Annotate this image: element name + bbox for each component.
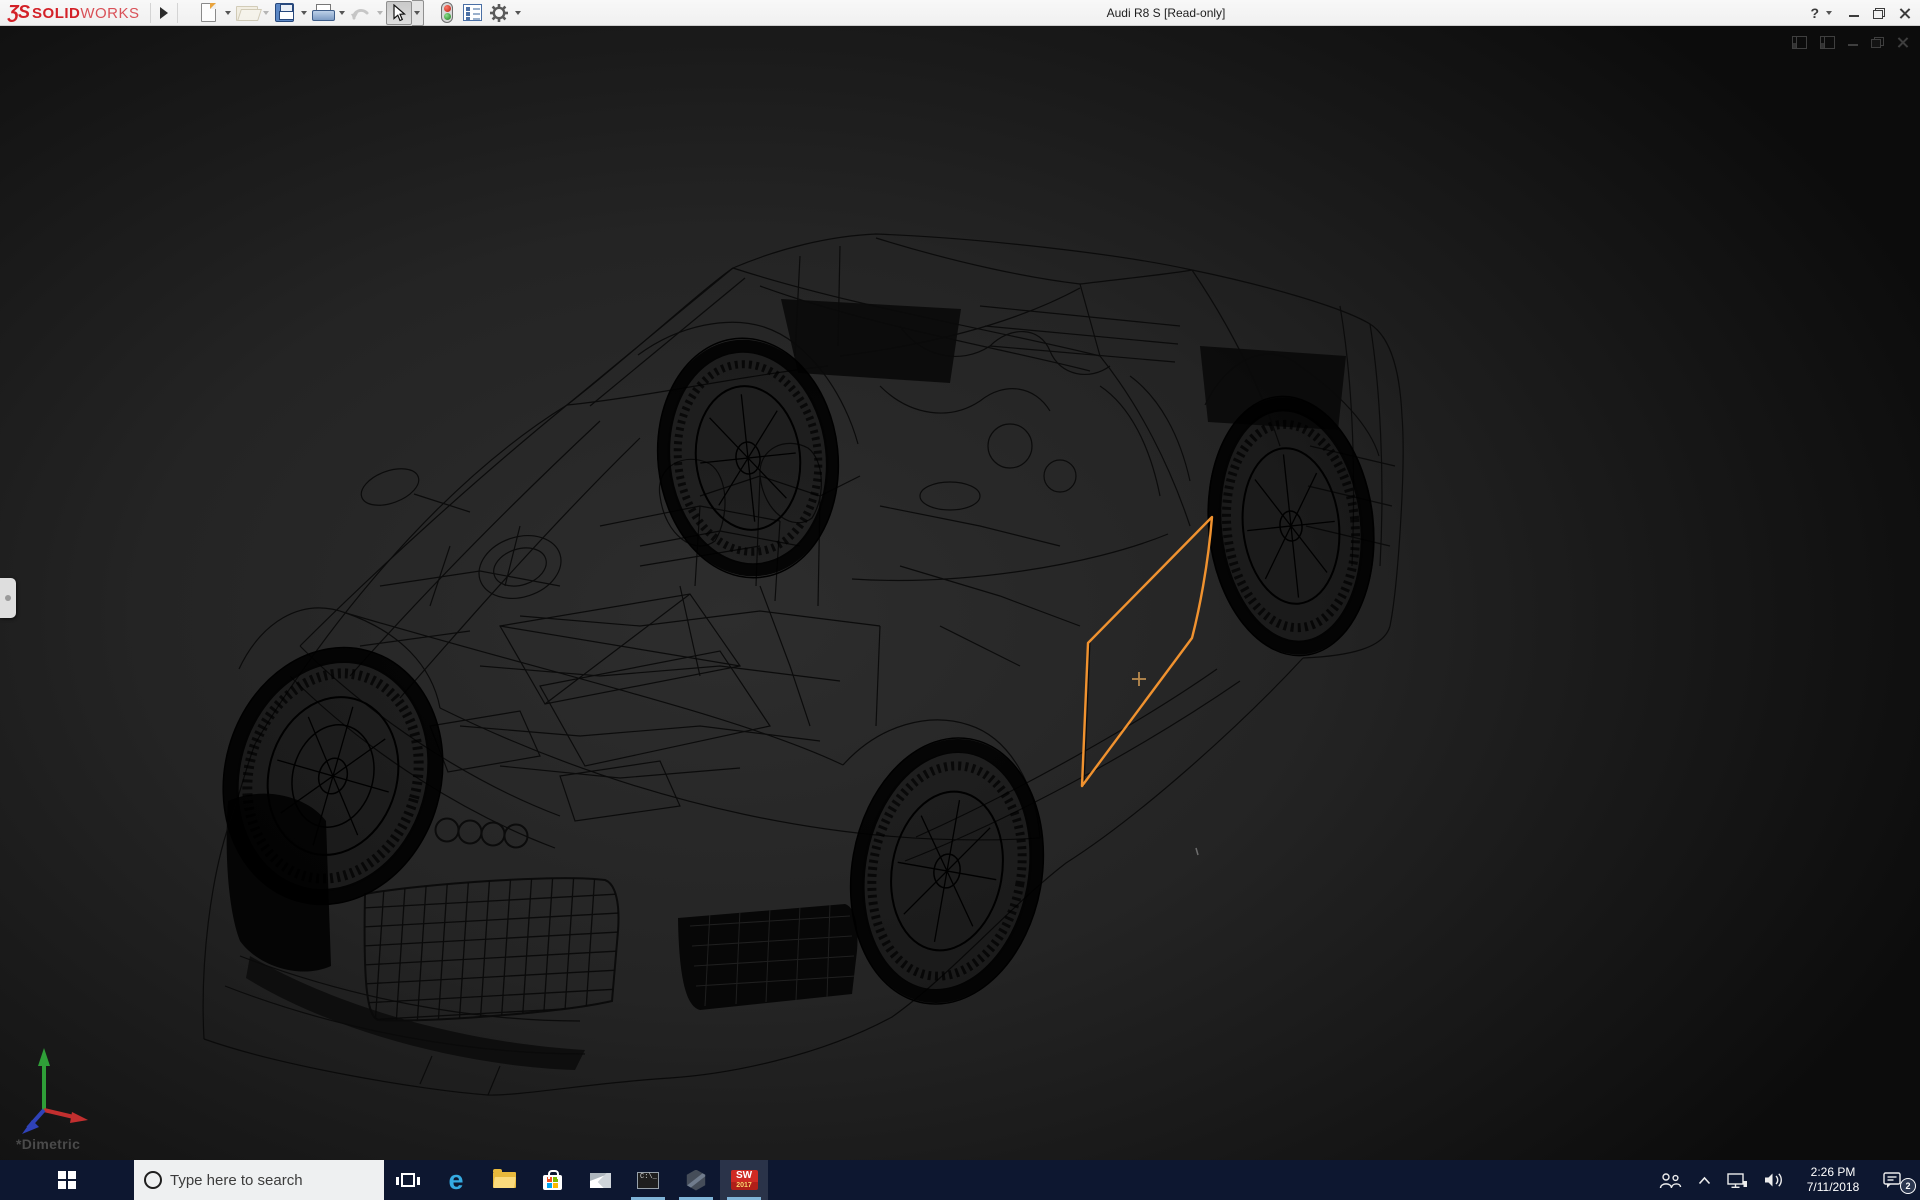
document-close-button[interactable] [1897, 37, 1908, 48]
play-icon [159, 6, 168, 19]
save-dropdown[interactable] [298, 1, 310, 25]
window-title: Audi R8 S [Read-only] [1106, 5, 1226, 20]
clock-date: 7/11/2018 [1806, 1180, 1860, 1194]
search-input[interactable] [162, 1171, 377, 1189]
start-button[interactable] [0, 1160, 134, 1200]
system-tray: 2:26 PM 7/11/2018 2 [1659, 1160, 1920, 1200]
task-view-button[interactable] [384, 1160, 432, 1200]
undo-dropdown[interactable] [374, 1, 386, 25]
people-button[interactable] [1659, 1172, 1682, 1189]
3d-app-button[interactable] [672, 1160, 720, 1200]
save-floppy-icon [275, 3, 295, 22]
command-prompt-button[interactable]: C:\_ [624, 1160, 672, 1200]
task-view-icon [396, 1173, 420, 1187]
undo-button[interactable] [348, 1, 374, 25]
options-button[interactable] [486, 1, 512, 25]
solidworks-2017-icon: SW 2017 [730, 1170, 758, 1190]
document-minimize-button[interactable] [1848, 38, 1858, 48]
file-explorer-button[interactable] [480, 1160, 528, 1200]
selected-face-highlight[interactable] [1080, 515, 1214, 788]
notification-badge: 2 [1900, 1177, 1916, 1194]
clock-time: 2:26 PM [1810, 1165, 1856, 1179]
select-arrow-button[interactable] [385, 0, 412, 25]
edge-button[interactable]: e [432, 1160, 480, 1200]
titlebar: ƷS SOLID WORKS Audi R8 S [Read-only] ? [0, 0, 1920, 26]
print-dropdown[interactable] [336, 1, 348, 25]
solidworks-logo-glyph: ƷS [8, 2, 30, 22]
stoplight-icon [440, 2, 453, 23]
open-dropdown[interactable] [260, 1, 272, 25]
taskbar-clock[interactable]: 2:26 PM 7/11/2018 [1800, 1165, 1866, 1195]
display-panel-toggle-icon[interactable] [1820, 36, 1835, 49]
edge-icon: e [448, 1165, 464, 1195]
screen: ƷS SOLID WORKS Audi R8 S [Read-only] ? *… [0, 0, 1920, 1200]
graphics-area[interactable]: *Dimetric [0, 26, 1920, 1160]
open-folder-icon [235, 5, 258, 21]
command-prompt-icon: C:\_ [637, 1171, 659, 1189]
network-button[interactable] [1727, 1172, 1748, 1189]
help-button[interactable]: ? [1810, 5, 1819, 21]
feature-manager-collapsed-tab[interactable] [0, 578, 16, 618]
selection-artifact [1195, 847, 1199, 856]
separator [176, 2, 178, 23]
file-explorer-icon [492, 1169, 516, 1188]
windows-logo-icon [58, 1171, 76, 1189]
action-center-button[interactable]: 2 [1882, 1171, 1916, 1194]
network-monitor-icon [1727, 1172, 1747, 1188]
restore-button[interactable] [1873, 7, 1885, 19]
select-arrow-icon [392, 3, 406, 21]
properties-list-icon [463, 4, 483, 21]
new-document-button[interactable] [196, 1, 222, 25]
close-button[interactable] [1899, 8, 1910, 19]
print-icon [312, 3, 336, 22]
document-restore-button[interactable] [1871, 37, 1884, 48]
3d-app-icon [686, 1169, 706, 1191]
rebuild-button[interactable] [434, 1, 460, 25]
crosshair-cursor [1132, 672, 1146, 686]
store-button[interactable] [528, 1160, 576, 1200]
windows-taskbar: e C:\_ SW 2017 [0, 1160, 1920, 1200]
view-orientation-label: *Dimetric [16, 1136, 81, 1152]
feature-panel-toggle-icon[interactable] [1792, 36, 1807, 49]
open-button[interactable] [234, 1, 260, 25]
people-icon [1659, 1172, 1682, 1188]
gear-icon [489, 3, 508, 22]
new-document-icon [201, 3, 217, 22]
mail-icon [589, 1172, 611, 1188]
volume-button[interactable] [1764, 1172, 1784, 1188]
minimize-button[interactable] [1849, 9, 1859, 18]
chevron-up-icon [1698, 1176, 1711, 1184]
options-dropdown[interactable] [512, 1, 524, 25]
properties-button[interactable] [460, 1, 486, 25]
wireframe-car-model [202, 233, 1404, 1096]
undo-icon [350, 8, 369, 20]
solidworks-2017-button[interactable]: SW 2017 [720, 1160, 768, 1200]
taskbar-search[interactable] [134, 1160, 384, 1200]
new-document-dropdown[interactable] [222, 1, 234, 25]
solidworks-logo: ƷS SOLID WORKS [8, 2, 140, 22]
cortana-icon [144, 1171, 162, 1189]
help-dropdown[interactable] [1823, 1, 1835, 25]
orientation-triad[interactable] [14, 1030, 104, 1140]
mail-button[interactable] [576, 1160, 624, 1200]
print-button[interactable] [310, 1, 336, 25]
show-hidden-icons-button[interactable] [1698, 1176, 1711, 1185]
save-button[interactable] [272, 1, 298, 25]
speaker-icon [1765, 1173, 1782, 1187]
menu-flyout-button[interactable] [151, 1, 177, 25]
store-icon [542, 1170, 562, 1190]
select-dropdown[interactable] [411, 0, 424, 26]
